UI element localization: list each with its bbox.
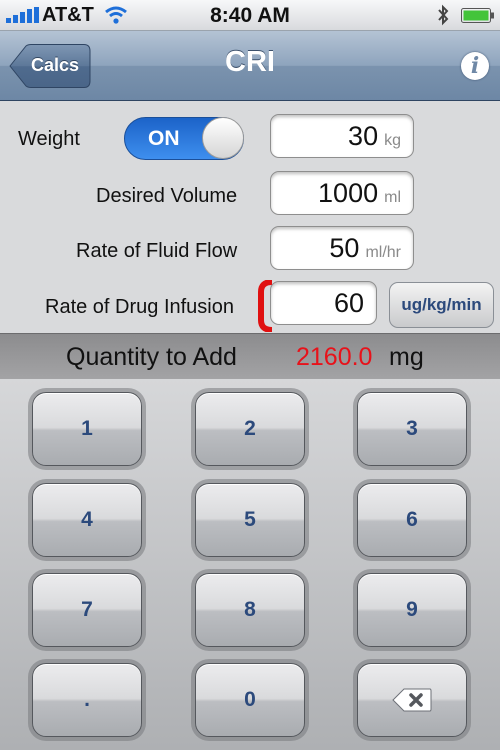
key-7[interactable]: 7 <box>32 573 142 647</box>
result-value: 2160.0 <box>296 343 373 371</box>
delete-key[interactable] <box>357 663 467 737</box>
drug-infusion-label: Rate of Drug Infusion <box>45 296 234 318</box>
toggle-knob <box>202 117 244 159</box>
weight-value: 30 <box>348 121 379 151</box>
result-label: Quantity to Add <box>66 343 237 371</box>
key-0[interactable]: 0 <box>195 663 305 737</box>
desired-volume-field[interactable]: 1000 ml <box>270 171 414 215</box>
fluid-flow-field[interactable]: 50 ml/hr <box>270 226 414 270</box>
key-decimal[interactable]: . <box>32 663 142 737</box>
key-9[interactable]: 9 <box>357 573 467 647</box>
drug-infusion-value: 60 <box>333 288 364 318</box>
backspace-icon <box>392 688 432 712</box>
infusion-unit-button[interactable]: ug/kg/min <box>389 282 494 328</box>
result-bar: Quantity to Add 2160.0 mg <box>0 333 500 380</box>
status-bar: AT&T 8:40 AM <box>0 0 500 31</box>
desired-volume-value: 1000 <box>318 178 379 208</box>
navigation-bar: Calcs CRI i <box>0 31 500 101</box>
weight-unit: kg <box>384 132 401 149</box>
weight-toggle-label: ON <box>148 127 180 150</box>
key-4[interactable]: 4 <box>32 483 142 557</box>
fluid-flow-value: 50 <box>329 233 360 263</box>
weight-field[interactable]: 30 kg <box>270 114 414 158</box>
drug-infusion-field[interactable]: 60 <box>270 281 377 325</box>
fluid-flow-unit: ml/hr <box>365 244 401 261</box>
status-time: 8:40 AM <box>210 4 290 27</box>
key-2[interactable]: 2 <box>195 392 305 466</box>
desired-volume-unit: ml <box>384 189 401 206</box>
weight-toggle[interactable]: ON <box>124 117 244 160</box>
key-8[interactable]: 8 <box>195 573 305 647</box>
info-icon[interactable]: i <box>461 52 489 80</box>
weight-label: Weight <box>18 128 80 150</box>
key-3[interactable]: 3 <box>357 392 467 466</box>
key-5[interactable]: 5 <box>195 483 305 557</box>
desired-volume-label: Desired Volume <box>96 185 238 207</box>
fluid-flow-label: Rate of Fluid Flow <box>76 240 238 262</box>
page-title: CRI <box>225 46 275 78</box>
bluetooth-icon <box>438 4 449 26</box>
result-unit: mg <box>389 343 424 371</box>
battery-icon <box>461 8 494 23</box>
key-6[interactable]: 6 <box>357 483 467 557</box>
key-1[interactable]: 1 <box>32 392 142 466</box>
